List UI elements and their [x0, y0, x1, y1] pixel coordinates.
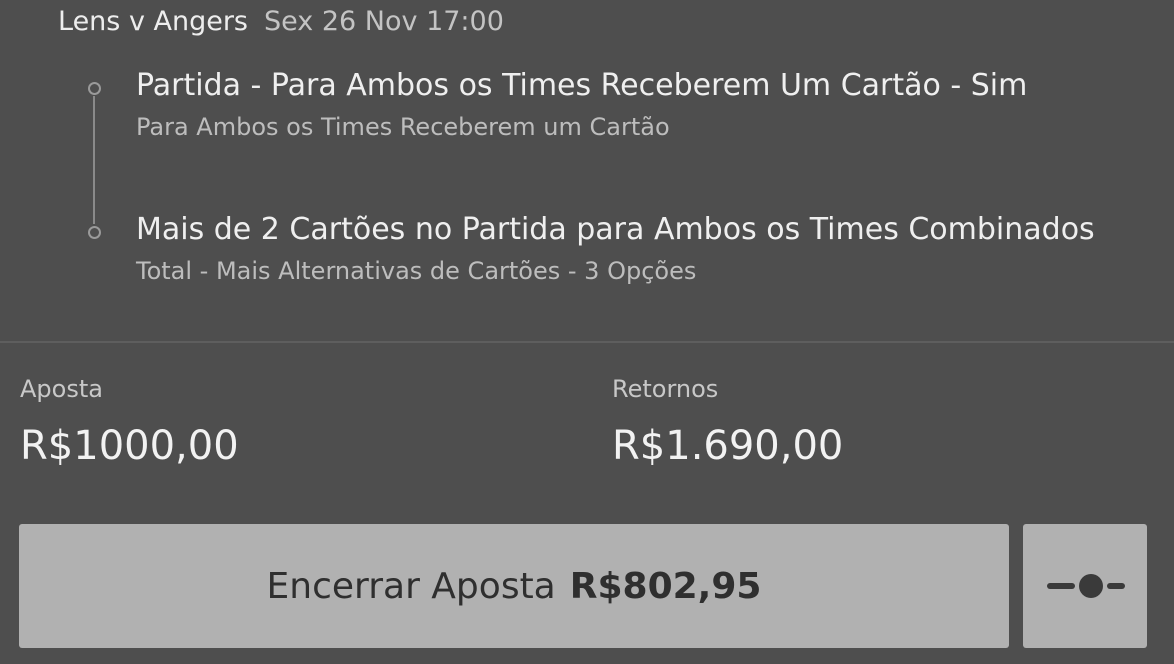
match-datetime: Sex 26 Nov 17:00: [264, 6, 504, 37]
partial-cashout-button[interactable]: [1023, 524, 1147, 648]
returns-value: R$1.690,00: [612, 423, 844, 469]
stake-value: R$1000,00: [20, 423, 239, 469]
selection-title: Partida - Para Ambos os Times Receberem …: [136, 68, 1028, 103]
match-title: Lens v Angers: [58, 6, 249, 37]
cashout-amount: R$802,95: [569, 565, 762, 607]
timeline-dot-icon: [88, 226, 101, 239]
returns-summary: Retornos R$1.690,00: [612, 372, 843, 472]
stake-label: Aposta: [20, 375, 103, 403]
timeline-connector: [93, 96, 95, 224]
selection-title: Mais de 2 Cartões no Partida para Ambos …: [136, 212, 1095, 247]
stake-summary: Aposta R$1000,00: [20, 372, 239, 472]
slider-icon: [1047, 574, 1125, 598]
selection-item: Mais de 2 Cartões no Partida para Ambos …: [136, 210, 1095, 287]
bet-slip-card: Lens v Angers Sex 26 Nov 17:00 Partida -…: [0, 0, 1174, 664]
timeline-dot-icon: [88, 82, 101, 95]
cashout-button[interactable]: Encerrar Aposta R$802,95: [19, 524, 1009, 648]
cashout-label: Encerrar Aposta: [266, 565, 556, 607]
selection-market: Total - Mais Alternativas de Cartões - 3…: [136, 257, 697, 285]
selection-item: Partida - Para Ambos os Times Receberem …: [136, 66, 1027, 143]
section-divider: [0, 341, 1174, 343]
selection-market: Para Ambos os Times Receberem um Cartão: [136, 113, 670, 141]
match-header: Lens v Angers Sex 26 Nov 17:00: [58, 6, 504, 42]
returns-label: Retornos: [612, 375, 719, 403]
